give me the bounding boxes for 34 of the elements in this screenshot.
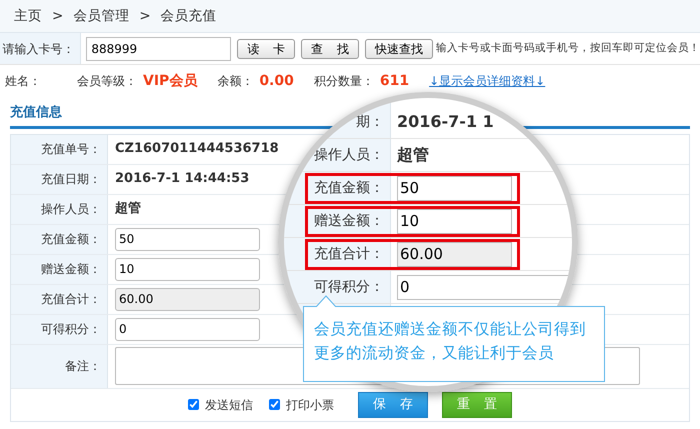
field-value: 2016-7-1 14:44:53 (115, 170, 250, 188)
field-label: 余额： (217, 73, 254, 90)
field-value: VIP会员 (143, 72, 198, 90)
field-label: 赠送金额： (11, 254, 108, 284)
field-label: 可得积分： (313, 278, 385, 296)
field-label: 可得积分： (11, 314, 108, 344)
field-label: 充值单号： (11, 134, 108, 164)
breadcrumb-separator: > (139, 6, 151, 26)
field-label: 充值金额： (11, 224, 108, 254)
field-label: 充值合计： (313, 244, 385, 264)
field-label: 操作人员： (11, 194, 108, 224)
field-label: 赠送金额： (313, 212, 385, 230)
field-label: 会员等级： (77, 73, 137, 90)
checkbox-label: 发送短信 (205, 396, 253, 414)
field-value: 0.00 (259, 72, 294, 90)
section-title: 充值信息 (10, 105, 62, 120)
field-value: 超管 (397, 144, 429, 166)
field-label: 充值日期： (11, 164, 108, 194)
hint-text: 输入卡号或卡面号码或手机号，按回车即可定位会员！ (436, 40, 700, 56)
checkbox-label: 打印小票 (286, 396, 334, 414)
breadcrumb-separator: > (52, 6, 64, 26)
field-label: 操作人员： (313, 146, 385, 164)
field-label: 积分数量： (314, 73, 374, 90)
field-label: 请输入卡号： (0, 33, 82, 64)
field-value: 超管 (115, 200, 141, 218)
field-value: CZ1607011444536718 (115, 140, 279, 158)
field-value: 611 (380, 72, 410, 90)
field-label: 充值合计： (11, 284, 108, 314)
field-label: 期： (355, 112, 385, 132)
field-value: 2016-7-1 1 (397, 111, 494, 133)
field-label: 姓名： (5, 73, 41, 90)
callout-text: 会员充值还赠送金额不仅能让公司得到更多的流动资金，又能让利于会员 (314, 319, 587, 364)
field-label: 充值金额： (313, 178, 385, 198)
field-label: 备注： (11, 344, 108, 388)
